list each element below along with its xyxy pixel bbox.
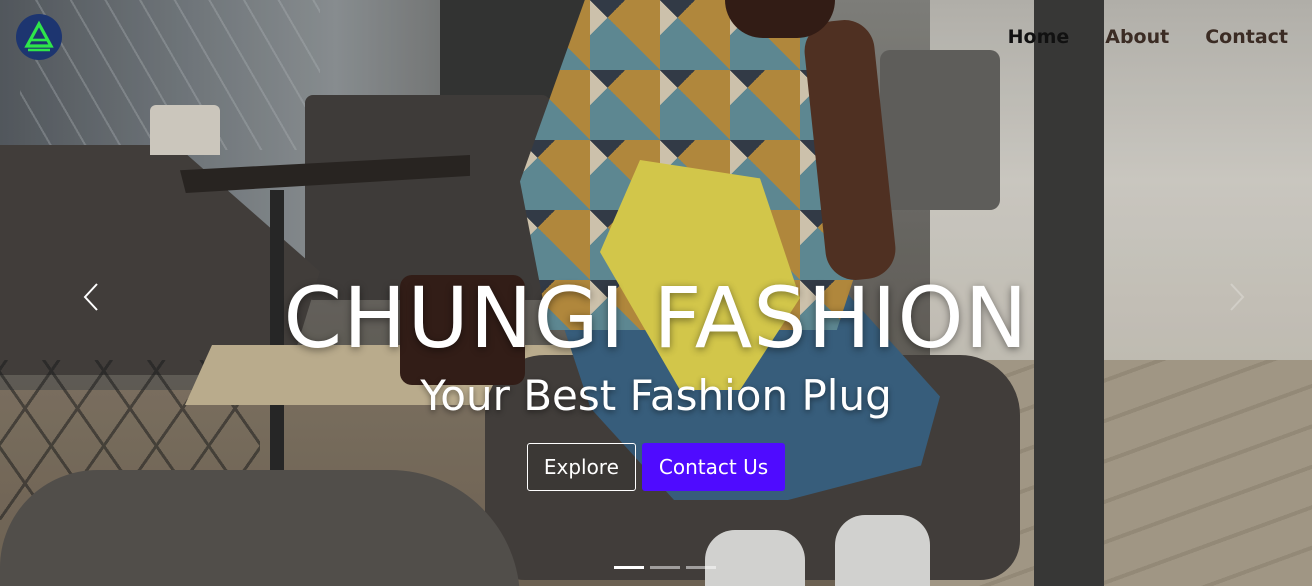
carousel-indicator-1[interactable] <box>614 566 644 569</box>
carousel-indicators <box>614 566 716 569</box>
carousel-indicator-3[interactable] <box>686 566 716 569</box>
brand-logo[interactable] <box>16 14 62 60</box>
hero-buttons: Explore Contact Us <box>0 443 1312 491</box>
nav-home-link[interactable]: Home <box>1008 26 1070 48</box>
main-nav: Home About Contact <box>1008 26 1288 48</box>
hero-title: CHUNGI FASHION <box>283 269 1029 367</box>
contact-us-button[interactable]: Contact Us <box>641 443 786 491</box>
carousel-indicator-2[interactable] <box>650 566 680 569</box>
hero-caption: CHUNGI FASHION Your Best Fashion Plug <box>0 270 1312 422</box>
hero-subtitle: Your Best Fashion Plug <box>420 371 892 420</box>
explore-button[interactable]: Explore <box>526 443 636 491</box>
nav-about-link[interactable]: About <box>1105 26 1169 48</box>
brand-triangle-logo-icon <box>24 20 54 52</box>
nav-contact-link[interactable]: Contact <box>1205 26 1288 48</box>
